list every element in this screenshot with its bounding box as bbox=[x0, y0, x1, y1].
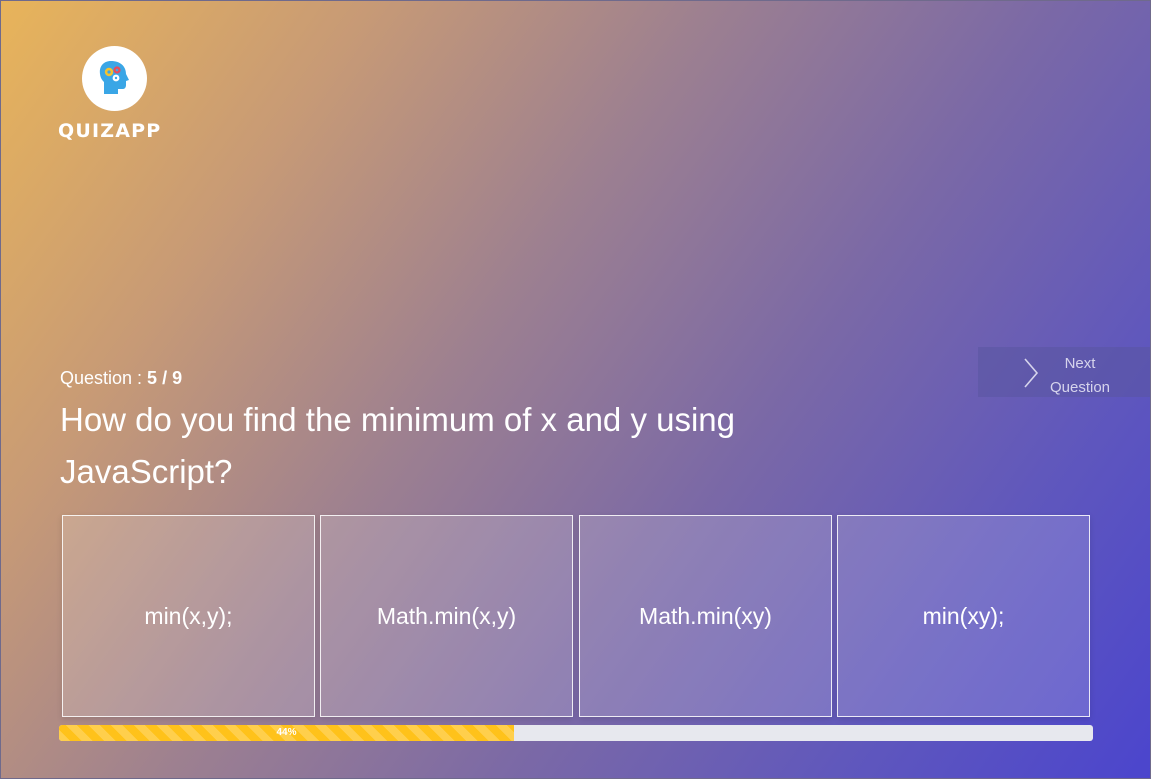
answer-option-1[interactable]: min(x,y); bbox=[62, 515, 315, 717]
question-current: 5 bbox=[147, 368, 158, 388]
question-counter-label: Question : bbox=[60, 368, 148, 388]
answer-option-3[interactable]: Math.min(xy) bbox=[579, 515, 832, 717]
question-text: How do you find the minimum of x and y u… bbox=[60, 401, 736, 490]
answer-option-2[interactable]: Math.min(x,y) bbox=[320, 515, 573, 717]
head-with-gears-icon bbox=[99, 61, 129, 94]
app-name: QUIZAPP bbox=[58, 120, 162, 142]
next-label-line2: Question bbox=[1049, 379, 1111, 396]
progress-bar: 44% bbox=[59, 725, 1093, 741]
next-question-button[interactable]: Next Question bbox=[978, 347, 1150, 397]
question-separator: / bbox=[157, 368, 173, 388]
quiz-screen: QUIZAPP Question : 5 / 9 How do you find… bbox=[0, 0, 1151, 779]
progress-label: 44% bbox=[276, 727, 297, 738]
answer-options: min(x,y); Math.min(x,y) Math.min(xy) min… bbox=[62, 515, 1091, 717]
chevron-right-icon bbox=[1024, 358, 1039, 388]
question-counter: Question : 5 / 9 bbox=[60, 368, 182, 389]
next-label-line1: Next bbox=[1064, 355, 1096, 372]
answer-option-4[interactable]: min(xy); bbox=[837, 515, 1090, 717]
next-question-label: Next Question bbox=[1044, 352, 1116, 400]
logo-badge bbox=[82, 46, 147, 111]
progress-fill: 44% bbox=[59, 725, 514, 741]
question-total: 9 bbox=[172, 368, 183, 388]
